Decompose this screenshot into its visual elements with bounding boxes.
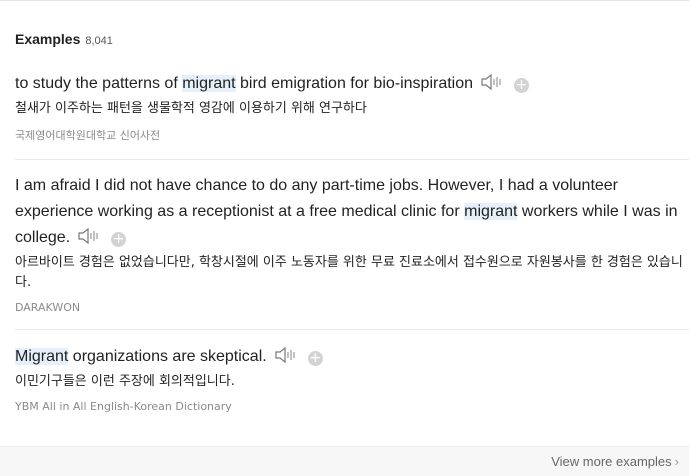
speaker-icon[interactable] <box>480 73 504 91</box>
add-icon[interactable]: + <box>111 232 127 247</box>
examples-footer: View more examples › <box>0 446 689 476</box>
example-korean: 철새가 이주하는 패턴을 생물학적 영감에 이용하기 위해 연구하다 <box>15 101 367 116</box>
example-item: I am afraid I did not have chance to do … <box>15 173 685 314</box>
example-source: YBM All in All English-Korean Dictionary <box>15 400 232 413</box>
examples-title: Examples <box>15 31 81 47</box>
divider <box>15 159 689 160</box>
highlighted-word[interactable]: migrant <box>182 75 236 92</box>
examples-count: 8,041 <box>85 35 113 47</box>
example-english: Migrant organizations are skeptical. + <box>15 346 323 366</box>
speaker-icon[interactable] <box>274 346 298 364</box>
example-korean: 아르바이트 경험은 없었습니다만, 학창시절에 이주 노동자를 위한 무료 진료… <box>15 255 683 290</box>
add-icon[interactable]: + <box>514 78 530 93</box>
example-korean: 이민기구들은 이런 주장에 회의적입니다. <box>15 374 235 389</box>
top-divider <box>0 0 689 1</box>
examples-header: Examples 8,041 <box>15 31 113 47</box>
speaker-icon[interactable] <box>77 227 101 245</box>
example-english: to study the patterns of migrant bird em… <box>15 73 530 93</box>
example-item: Migrant organizations are skeptical. + 이민… <box>15 344 685 413</box>
chevron-right-icon: › <box>674 454 679 469</box>
example-source: DARAKWON <box>15 301 81 314</box>
highlighted-word[interactable]: migrant <box>464 203 518 220</box>
add-icon[interactable]: + <box>307 351 323 366</box>
example-english: I am afraid I did not have chance to do … <box>15 177 678 247</box>
view-more-examples-link[interactable]: View more examples › <box>551 454 679 469</box>
highlighted-word[interactable]: Migrant <box>15 348 69 365</box>
example-item: to study the patterns of migrant bird em… <box>15 71 685 143</box>
example-source: 국제영어대학원대학교 신어사전 <box>15 129 161 142</box>
divider <box>15 329 689 330</box>
